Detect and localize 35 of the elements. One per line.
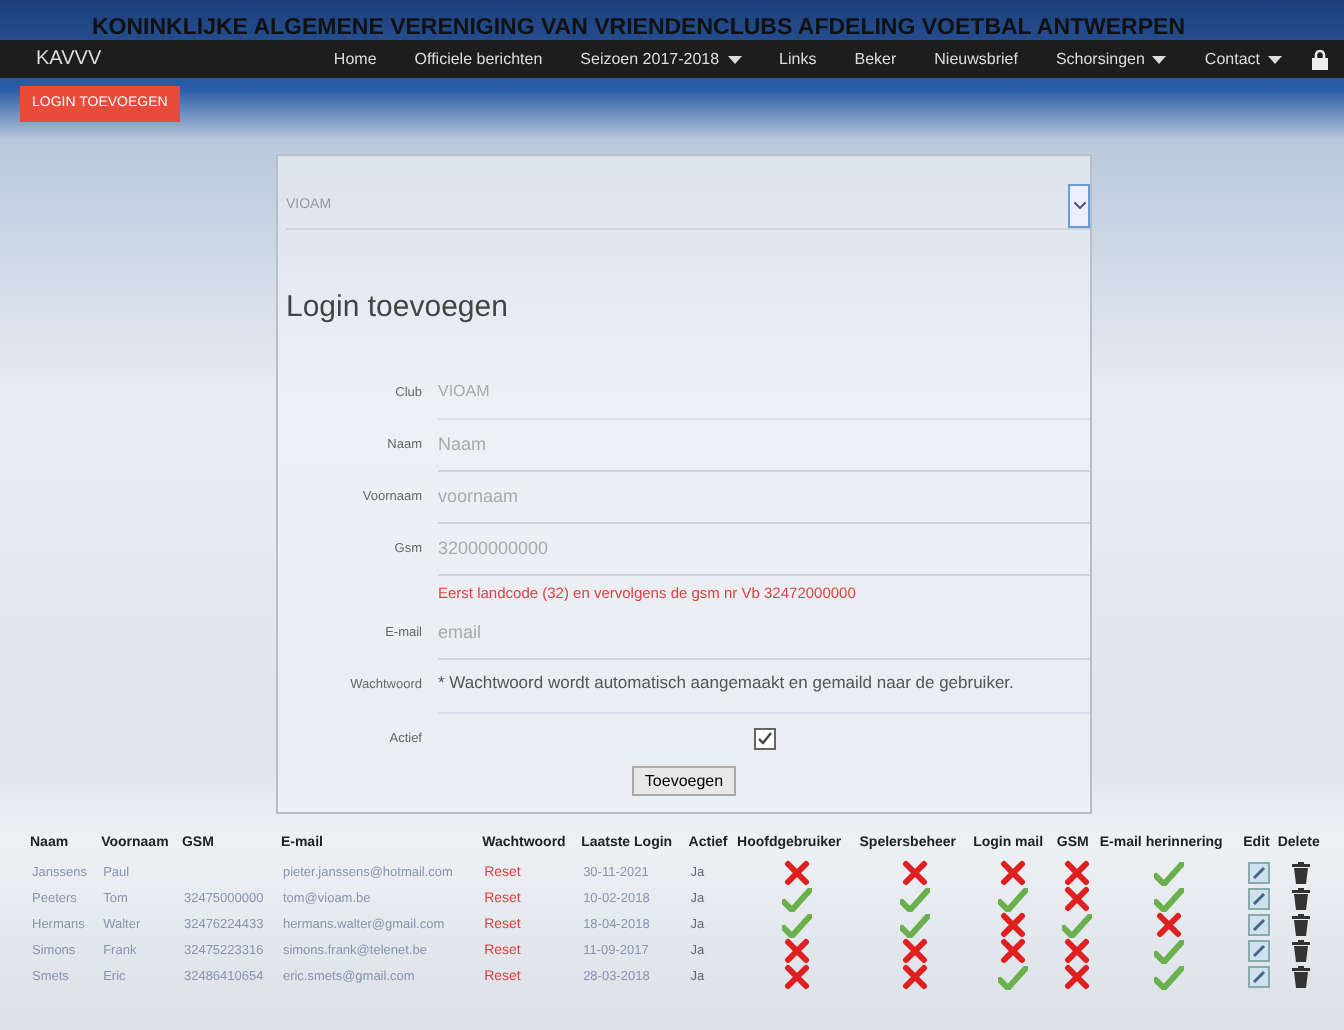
input-field[interactable]: Naam (438, 419, 1090, 471)
trash-icon[interactable] (1292, 966, 1311, 988)
nav-link[interactable]: Officiele berichten (414, 50, 543, 68)
trash-icon[interactable] (1292, 914, 1311, 936)
submit-button[interactable]: Toevoegen (632, 765, 736, 795)
edit-icon[interactable] (1247, 914, 1270, 936)
banner-title: KONINKLIJKE ALGEMENE VERENIGING VAN VRIENDENCLUBS AFDELING VOETBAL ANTWERPEN (90, 16, 1187, 40)
check-icon (755, 729, 773, 747)
caret-icon (727, 55, 742, 63)
edit-icon[interactable] (1247, 940, 1270, 962)
lock-icon (1312, 49, 1328, 69)
field-value: VIOAM (438, 367, 1090, 419)
nav-link[interactable]: Nieuwsbrief (934, 50, 1018, 68)
nav-link[interactable]: Links (779, 50, 817, 68)
edit-icon[interactable] (1247, 966, 1270, 988)
input-field[interactable]: voornaam (438, 471, 1090, 523)
dropdown-menu-link[interactable]: Seizoen 2017-2018 (580, 50, 742, 68)
dropdown-menu-link[interactable]: Contact (1204, 50, 1282, 68)
trash-icon[interactable] (1292, 888, 1311, 910)
caret-icon (1268, 55, 1282, 63)
trash-icon[interactable] (1292, 940, 1311, 962)
edit-icon[interactable] (1247, 888, 1270, 910)
trash-icon[interactable] (1292, 862, 1311, 884)
nav-link[interactable]: Home (333, 50, 377, 68)
edit-icon[interactable] (1247, 862, 1270, 884)
caret-icon (1152, 55, 1167, 63)
checkbox[interactable] (753, 727, 775, 749)
input-field[interactable]: 32000000000 (438, 523, 1090, 575)
chevron-down-icon (1073, 201, 1085, 209)
input-field[interactable]: email (438, 607, 1090, 659)
brand-link[interactable]: KAVVV (36, 48, 102, 70)
dropdown-menu-link[interactable]: Schorsingen (1055, 50, 1167, 68)
password-note: * Wachtwoord wordt automatisch aangemaakt en gemaild naar de gebruiker. (438, 659, 1090, 713)
form-title: Login toevoegen (286, 289, 510, 323)
nav-link[interactable]: Beker (854, 50, 897, 68)
